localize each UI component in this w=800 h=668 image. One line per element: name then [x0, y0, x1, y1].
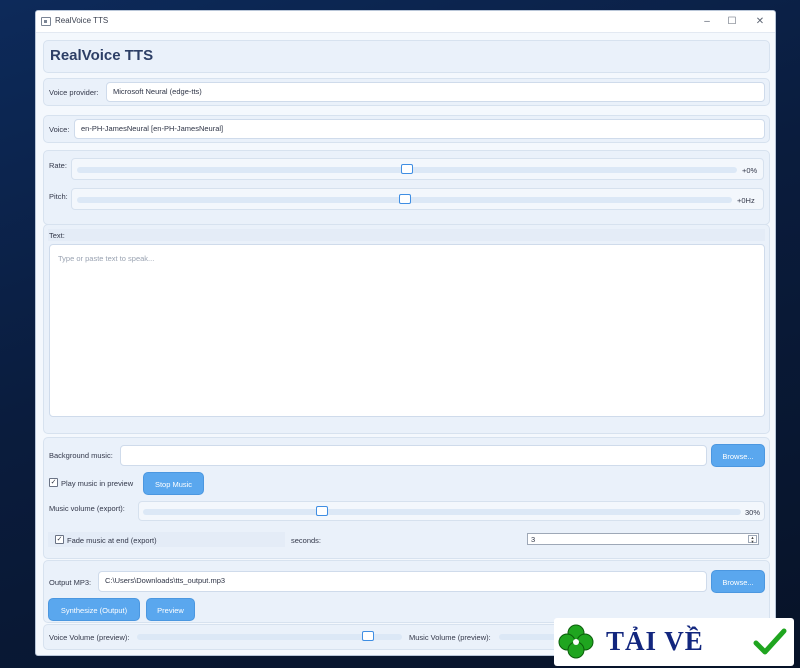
output-label: Output MP3:: [49, 578, 92, 587]
music-volume-slider[interactable]: 30%: [138, 501, 765, 521]
output-path-input[interactable]: C:\Users\Downloads\tts_output.mp3: [98, 571, 707, 592]
text-label: Text:: [49, 231, 65, 240]
music-panel: Background music: Browse... ✓ Play music…: [43, 437, 770, 559]
app-icon: [41, 17, 51, 26]
music-volume-label: Music volume (export):: [49, 504, 125, 513]
preview-button[interactable]: Preview: [146, 598, 195, 621]
text-panel: Text: Type or paste text to speak...: [43, 224, 770, 434]
rate-label: Rate:: [49, 161, 67, 170]
voice-panel: Voice: en-PH-JamesNeural [en-PH-JamesNeu…: [43, 115, 770, 143]
clover-icon: [558, 624, 594, 659]
rate-slider-thumb[interactable]: [401, 164, 413, 174]
stop-music-button[interactable]: Stop Music: [143, 472, 204, 495]
music-preview-volume-label: Music Volume (preview):: [409, 633, 491, 642]
music-volume-thumb[interactable]: [316, 506, 329, 516]
voice-volume-slider[interactable]: [137, 628, 402, 646]
voice-volume-label: Voice Volume (preview):: [49, 633, 130, 642]
background-music-label: Background music:: [49, 451, 113, 460]
spinbox-arrows-icon[interactable]: ▲ ▼: [748, 535, 757, 544]
play-in-preview-checkbox[interactable]: ✓: [49, 478, 58, 487]
background-music-input[interactable]: [120, 445, 707, 466]
music-volume-track: [143, 509, 741, 515]
output-browse-button[interactable]: Browse...: [711, 570, 765, 593]
text-input-placeholder: Type or paste text to speak...: [58, 254, 155, 263]
app-window: RealVoice TTS – ☐ ✕ RealVoice TTS Voice …: [35, 10, 776, 656]
pitch-slider-thumb[interactable]: [398, 194, 411, 204]
fade-music-label: Fade music at end (export): [67, 536, 157, 545]
play-in-preview-label: Play music in preview: [61, 479, 134, 488]
watermark-text: TẢI VỀ: [606, 626, 704, 656]
music-browse-button[interactable]: Browse...: [711, 444, 765, 467]
rate-pitch-panel: Rate: +0% Pitch: +0Hz: [43, 150, 770, 225]
watermark-logo: TẢI VỀ: [554, 618, 794, 666]
fade-music-checkbox[interactable]: ✓: [55, 535, 64, 544]
music-volume-value: 30%: [745, 508, 761, 517]
fade-seconds-value: 3: [531, 535, 536, 544]
checkmark-icon: [753, 628, 787, 655]
output-panel: Output MP3: C:\Users\Downloads\tts_outpu…: [43, 560, 770, 623]
header-panel: RealVoice TTS: [43, 40, 770, 73]
pitch-value: +0Hz: [737, 196, 755, 205]
pitch-label: Pitch:: [49, 192, 68, 201]
text-label-bar: [48, 229, 765, 241]
rate-value: +0%: [742, 166, 758, 175]
fade-seconds-spinbox[interactable]: 3 ▲ ▼: [527, 533, 759, 545]
pitch-slider[interactable]: +0Hz: [71, 188, 764, 210]
minimize-icon[interactable]: –: [699, 14, 715, 29]
voice-label: Voice:: [49, 125, 70, 134]
maximize-icon[interactable]: ☐: [724, 14, 740, 29]
voice-volume-thumb[interactable]: [361, 631, 374, 641]
close-icon[interactable]: ✕: [752, 14, 768, 29]
provider-panel: Voice provider: Microsoft Neural (edge-t…: [43, 78, 770, 106]
app-title: RealVoice TTS: [50, 47, 154, 64]
title-bar: RealVoice TTS – ☐ ✕: [36, 11, 775, 33]
rate-slider[interactable]: +0%: [71, 158, 764, 180]
voice-select[interactable]: en-PH-JamesNeural [en-PH-JamesNeural]: [74, 119, 765, 139]
text-input[interactable]: Type or paste text to speak...: [49, 244, 765, 417]
synthesize-button[interactable]: Synthesize (Output): [48, 598, 140, 621]
provider-select[interactable]: Microsoft Neural (edge-tts): [106, 82, 765, 102]
fade-seconds-label: seconds:: [291, 536, 322, 545]
window-title: RealVoice TTS: [55, 16, 109, 25]
provider-label: Voice provider:: [49, 88, 99, 97]
